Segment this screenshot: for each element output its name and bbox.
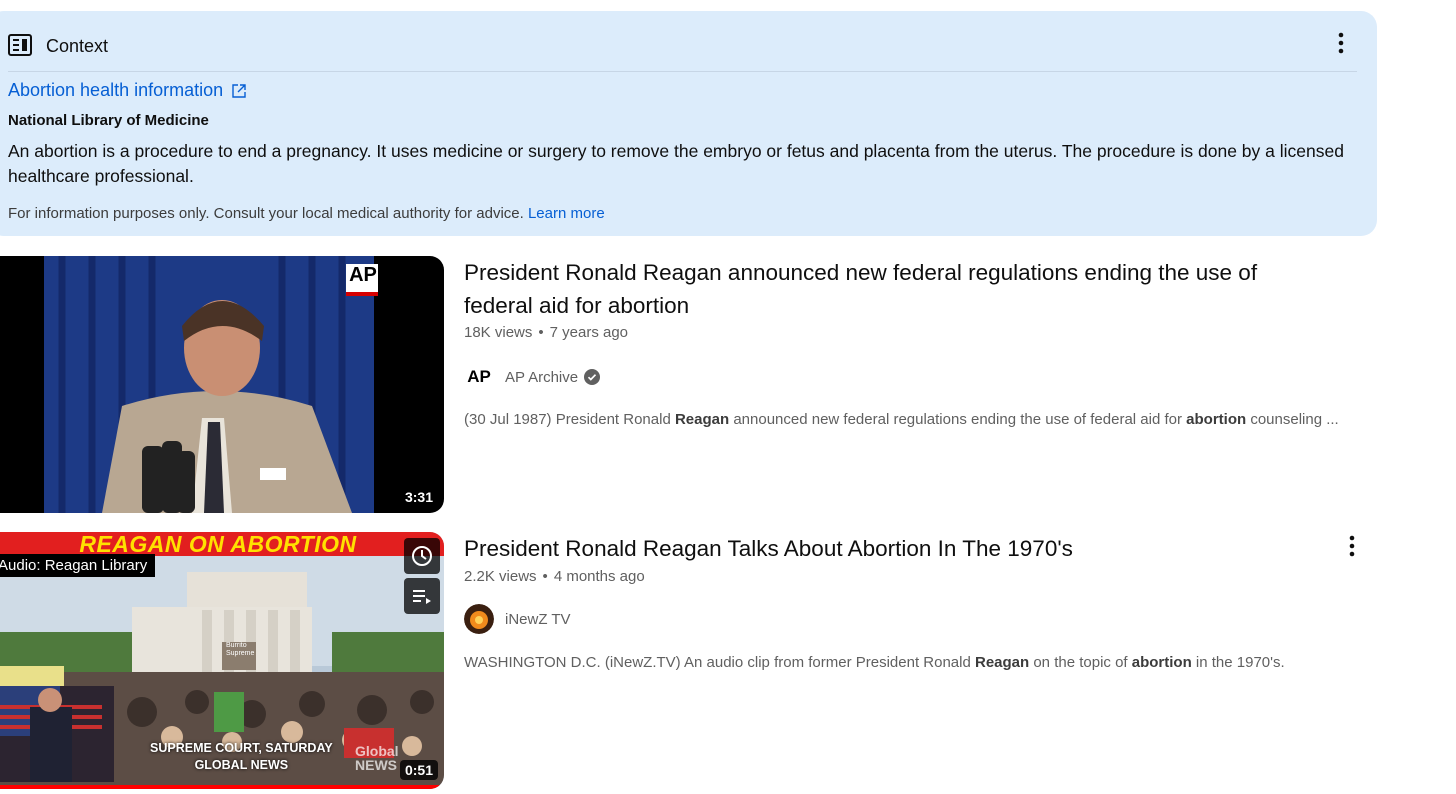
- desc-text: in the 1970's.: [1191, 654, 1285, 671]
- video-meta: 18K views • 7 years ago: [464, 324, 629, 341]
- upload-age: 7 years ago: [549, 324, 629, 341]
- ap-logo: AP: [349, 264, 377, 286]
- view-count: 18K views: [464, 324, 533, 341]
- video-result[interactable]: AP 3:31 President Ronald Reagan announce…: [0, 256, 1456, 514]
- video-description: WASHINGTON D.C. (iNewZ.TV) An audio clip…: [464, 654, 1285, 671]
- desc-keyword: abortion: [1186, 411, 1247, 428]
- channel-avatar[interactable]: AP: [464, 362, 494, 392]
- health-info-link[interactable]: Abortion health information: [8, 80, 223, 101]
- view-count: 2.2K views: [464, 568, 537, 585]
- video-description: (30 Jul 1987) President Ronald Reagan an…: [464, 411, 1339, 428]
- caption-line: GLOBAL NEWS: [194, 758, 289, 772]
- thumbnail-image: [0, 256, 444, 513]
- desc-text: (30 Jul 1987) President Ronald: [464, 411, 675, 428]
- desc-text: on the topic of: [1029, 654, 1132, 671]
- external-link-icon[interactable]: [231, 83, 247, 99]
- watch-later-icon[interactable]: [404, 538, 440, 574]
- channel-name[interactable]: iNewZ TV: [505, 611, 571, 628]
- video-meta: 2.2K views • 4 months ago: [464, 568, 645, 585]
- context-source: National Library of Medicine: [8, 112, 209, 129]
- video-result[interactable]: REAGAN ON ABORTION Audio: Reagan Library…: [0, 532, 1456, 790]
- thumbnail-caption: SUPREME COURT, SATURDAY GLOBAL NEWS: [150, 740, 333, 774]
- video-thumbnail[interactable]: AP 3:31: [0, 256, 444, 513]
- more-options-icon[interactable]: [1340, 532, 1364, 560]
- desc-keyword: Reagan: [674, 411, 730, 428]
- more-options-icon[interactable]: [1329, 29, 1353, 57]
- verified-icon: [584, 369, 601, 385]
- video-thumbnail[interactable]: REAGAN ON ABORTION Audio: Reagan Library…: [0, 532, 444, 789]
- video-title[interactable]: President Ronald Reagan Talks About Abor…: [464, 532, 1324, 565]
- thumbnail-banner: REAGAN ON ABORTION: [0, 532, 444, 556]
- protest-sign: Burrito Supreme: [226, 642, 255, 657]
- desc-keyword: Reagan: [974, 654, 1030, 671]
- channel-avatar[interactable]: [464, 604, 494, 634]
- channel-row[interactable]: iNewZ TV: [464, 604, 571, 634]
- video-duration: 3:31: [399, 487, 438, 507]
- upload-age: 4 months ago: [553, 568, 645, 585]
- context-panel: Context Abortion health information Nati…: [0, 11, 1377, 236]
- watermark: Global NEWS: [355, 743, 399, 773]
- channel-name[interactable]: AP Archive: [505, 369, 578, 386]
- ap-avatar-text: AP: [467, 367, 491, 386]
- article-icon: [8, 34, 34, 58]
- caption-line: SUPREME COURT, SATURDAY: [150, 741, 333, 755]
- channel-row[interactable]: AP AP Archive: [464, 362, 601, 392]
- context-header: Context: [8, 29, 1357, 72]
- desc-text: counseling ...: [1246, 411, 1339, 428]
- desc-text: announced new federal regulations ending…: [729, 411, 1187, 428]
- context-link-row: Abortion health information: [8, 80, 247, 101]
- desc-text: WASHINGTON D.C. (iNewZ.TV) An audio clip…: [464, 654, 975, 671]
- desc-keyword: abortion: [1131, 654, 1192, 671]
- context-title: Context: [46, 35, 109, 56]
- video-duration: 0:51: [399, 760, 438, 780]
- context-body: An abortion is a procedure to end a preg…: [8, 141, 1344, 186]
- add-to-queue-icon[interactable]: [404, 578, 440, 614]
- learn-more-link[interactable]: Learn more: [528, 205, 605, 222]
- watch-progress-bar: [0, 785, 444, 789]
- context-disclaimer: For information purposes only. Consult y…: [8, 205, 605, 222]
- video-title[interactable]: President Ronald Reagan announced new fe…: [464, 256, 1324, 322]
- audio-label: Audio: Reagan Library: [0, 554, 156, 577]
- disclaimer-text: For information purposes only. Consult y…: [8, 205, 524, 222]
